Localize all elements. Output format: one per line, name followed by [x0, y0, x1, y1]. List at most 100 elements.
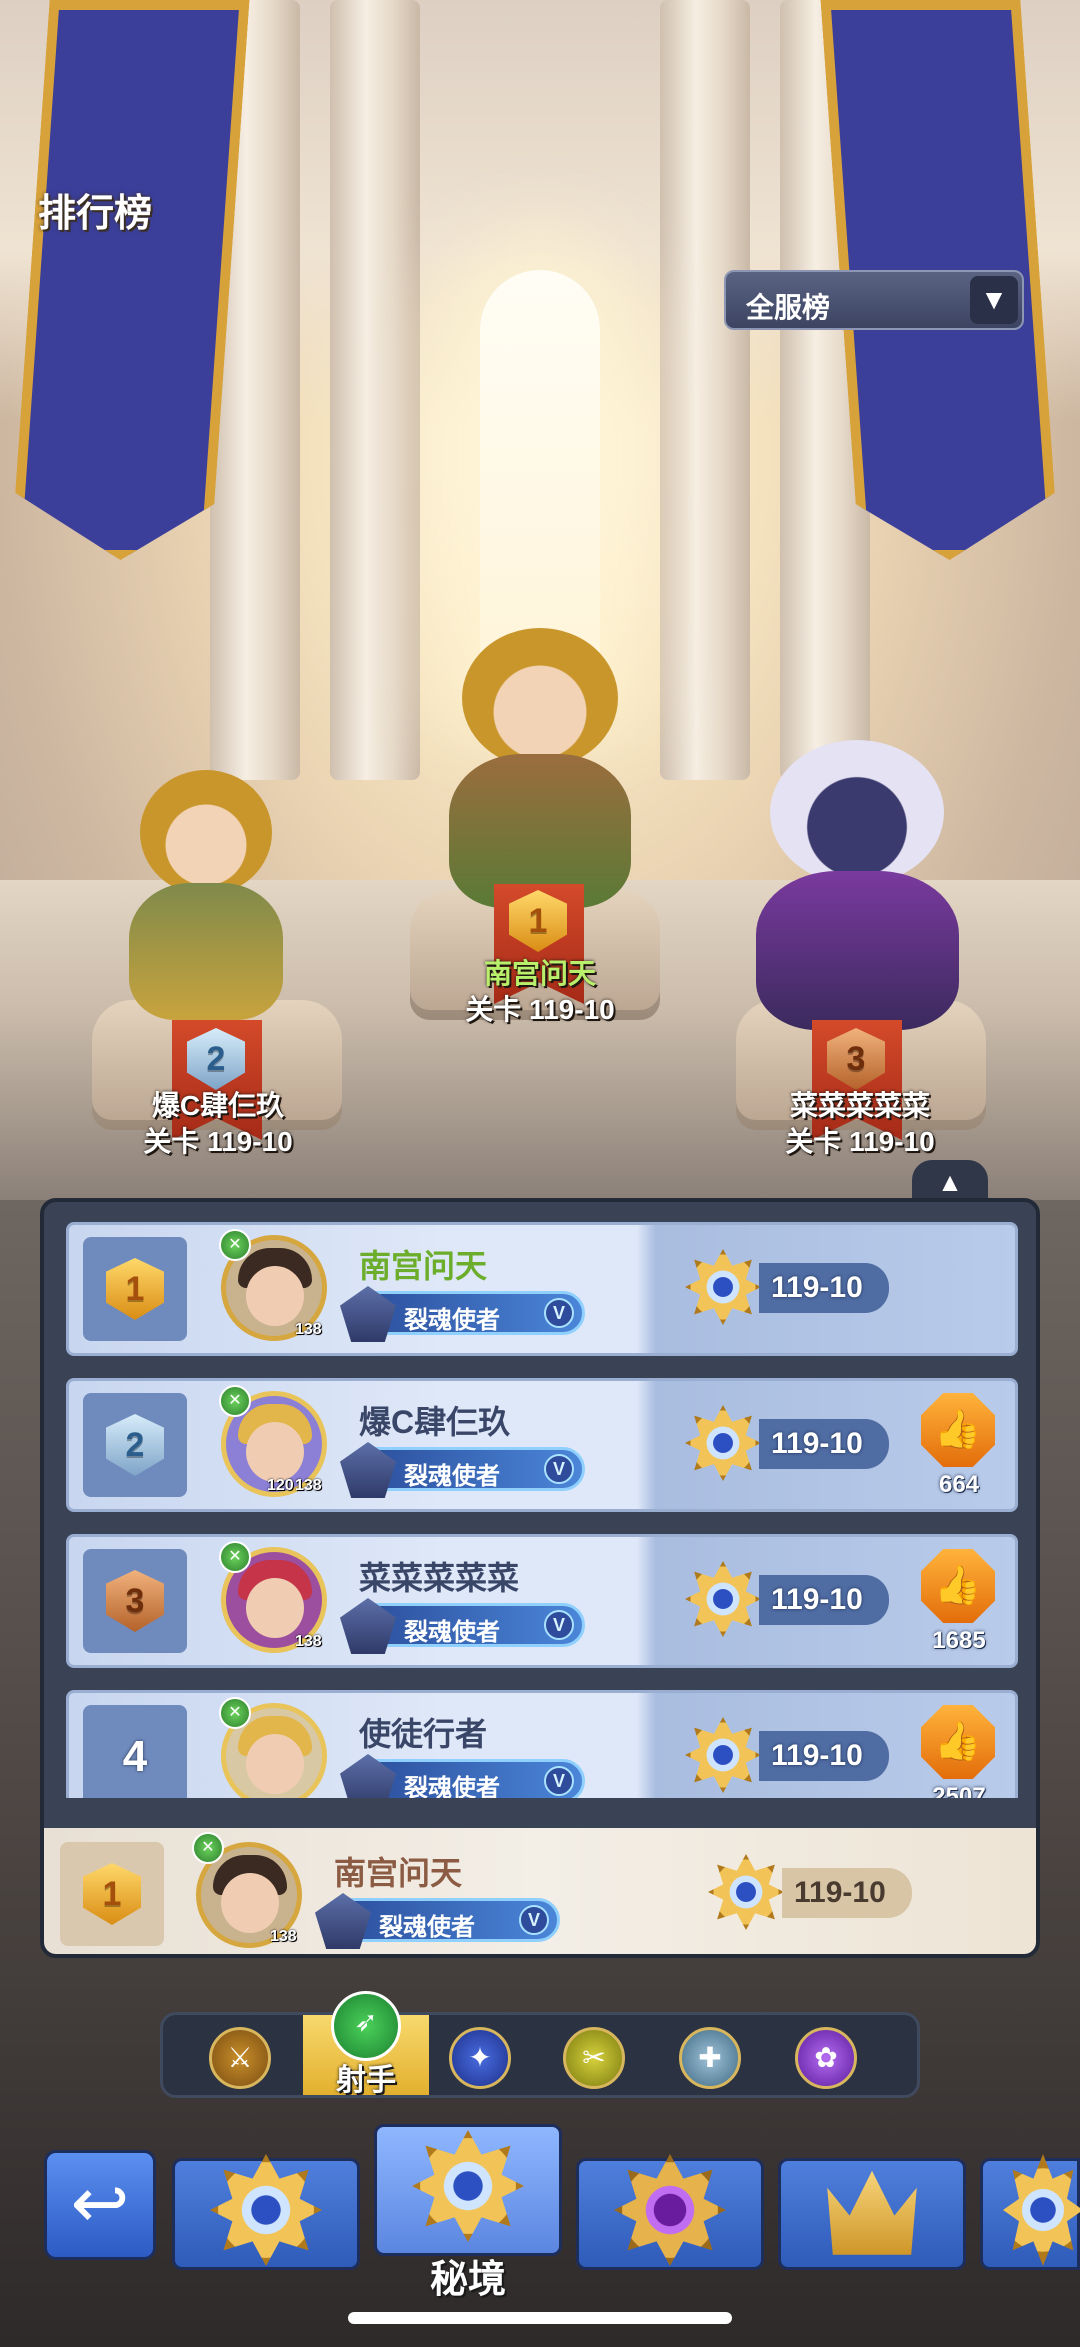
rank-cell: 2	[83, 1393, 187, 1497]
title-badge: 裂魂使者 V	[340, 1754, 585, 1798]
like-count: 2507	[932, 1783, 986, 1798]
mage-icon[interactable]: ✦	[449, 2027, 511, 2089]
thumbs-up-icon[interactable]: 👍	[921, 1393, 995, 1467]
player-level-secondary: 120	[267, 1477, 294, 1494]
class-filter-bar: ⚔ ➶ 射手 ✦ ✂ ✚ ✿	[160, 1991, 920, 2099]
my-rank-row[interactable]: 1 ✕ 138 南宫问天 裂魂使者 V 119-10	[44, 1828, 1036, 1954]
secret-realm-icon	[412, 2130, 524, 2242]
thumbs-up-icon[interactable]: 👍	[921, 1549, 995, 1623]
hero-head	[140, 770, 272, 895]
archer-icon[interactable]: ➶	[331, 1991, 401, 2061]
hero-head	[770, 740, 944, 885]
thumbs-up-icon[interactable]: 👍	[921, 1705, 995, 1779]
title-badge: 裂魂使者 V	[340, 1286, 585, 1342]
podium-stage-3: 关卡 119-10	[785, 1126, 935, 1157]
mode-button-partial[interactable]	[980, 2154, 1080, 2270]
player-name: 使徒行者	[359, 1716, 488, 1752]
server-scope-label: 全服榜	[746, 292, 831, 323]
mode-button-stage[interactable]	[172, 2154, 360, 2270]
podium-hero-2[interactable]	[96, 770, 316, 1020]
avatar-face	[246, 1422, 304, 1482]
rank-1-badge-icon: 1	[106, 1258, 164, 1320]
stage-pill: 119-10	[759, 1419, 889, 1469]
leaderboard-row[interactable]: 4 ✕ 使徒行者 裂魂使者 V 119-10 👍 2507	[66, 1690, 1018, 1798]
summoner-icon[interactable]: ✿	[795, 2027, 857, 2089]
title-rank: V	[544, 1766, 574, 1796]
stage-pill: 119-10	[759, 1731, 889, 1781]
podium-hero-3[interactable]	[712, 740, 1002, 1030]
title-badge: 裂魂使者 V	[340, 1598, 585, 1654]
partial-mode-icon	[1003, 2154, 1080, 2266]
title-rank: V	[544, 1454, 574, 1484]
title-rank: V	[544, 1298, 574, 1328]
like-count: 1685	[932, 1627, 986, 1654]
stage-medal-icon	[685, 1405, 761, 1481]
home-indicator[interactable]	[348, 2312, 732, 2324]
stage-medal-icon	[708, 1854, 784, 1930]
title-badge-text: 裂魂使者	[379, 1914, 475, 1941]
archer-class-icon: ✕	[219, 1229, 251, 1261]
avatar-face	[246, 1266, 304, 1326]
mode-button-crown[interactable]	[778, 2158, 966, 2270]
priest-icon[interactable]: ✚	[679, 2027, 741, 2089]
stage-pill: 119-10	[759, 1575, 889, 1625]
stage-value: 119-10	[771, 1739, 863, 1772]
archer-class-icon: ✕	[192, 1832, 224, 1864]
title-badge-text: 裂魂使者	[404, 1463, 500, 1490]
mode-button-secret-realm[interactable]: 秘境	[374, 2124, 562, 2301]
podium-name-1: 南宫问天	[483, 958, 596, 989]
archer-class-icon: ✕	[219, 1541, 251, 1573]
stage-pill: 119-10	[782, 1868, 912, 1918]
archer-class-icon: ✕	[219, 1697, 251, 1729]
arched-window	[480, 270, 600, 690]
avatar-face	[221, 1873, 279, 1933]
pillar	[330, 0, 420, 780]
leaderboard-row[interactable]: 3 ✕ 138 菜菜菜菜菜 裂魂使者 V 119-10 👍 1685	[66, 1534, 1018, 1668]
stage-value: 119-10	[771, 1583, 863, 1616]
leaderboard-row[interactable]: 1 ✕ 138 南宫问天 裂魂使者 V 119-10	[66, 1222, 1018, 1356]
hanging-banner-left	[10, 0, 249, 560]
warrior-icon[interactable]: ⚔	[209, 2027, 271, 2089]
podium-hero-1[interactable]	[410, 628, 670, 908]
like-count: 664	[938, 1471, 980, 1498]
hero-body	[755, 870, 959, 1030]
podium-name-3: 菜菜菜菜菜	[789, 1090, 930, 1121]
tab-archer-label[interactable]: 射手	[303, 2055, 429, 2099]
rank-cell: 1	[60, 1842, 164, 1946]
stage-pill: 119-10	[759, 1263, 889, 1313]
stage-value: 119-10	[771, 1271, 863, 1304]
title-badge: 裂魂使者 V	[315, 1893, 560, 1949]
back-arrow-icon[interactable]: ↩	[44, 2150, 156, 2260]
purple-eye-icon	[614, 2154, 726, 2266]
rank-cell: 4	[83, 1705, 187, 1798]
hero-body	[129, 882, 283, 1020]
podium-stage-2: 关卡 119-10	[143, 1126, 293, 1157]
podium-stage-1: 关卡 119-10	[465, 994, 615, 1025]
pillar	[660, 0, 750, 780]
rank-2-badge-icon: 2	[106, 1414, 164, 1476]
player-name: 南宫问天	[359, 1248, 488, 1284]
hero-head	[462, 628, 618, 768]
avatar-face	[246, 1578, 304, 1638]
soul-emblem-icon	[340, 1754, 396, 1798]
title-badge: 裂魂使者 V	[340, 1442, 585, 1498]
collapse-panel-button[interactable]: ▲	[912, 1160, 988, 1202]
server-scope-dropdown[interactable]: 全服榜 ▼	[724, 270, 1024, 330]
soul-emblem-icon	[340, 1598, 396, 1654]
mode-button-eye[interactable]	[576, 2154, 764, 2270]
leaderboard-row[interactable]: 2 ✕ 120 138 爆C肆仨玖 裂魂使者 V 119-10 👍 664	[66, 1378, 1018, 1512]
player-name: 南宫问天	[334, 1855, 463, 1891]
leaderboard-panel: 1 ✕ 138 南宫问天 裂魂使者 V 119-10 2 ✕ 120 138 爆…	[40, 1198, 1040, 1958]
rank-1-badge-icon: 1	[83, 1863, 141, 1925]
soul-emblem-icon	[315, 1893, 371, 1949]
crown-icon	[827, 2170, 917, 2255]
player-name: 菜菜菜菜菜	[359, 1560, 520, 1596]
leaderboard-list[interactable]: 1 ✕ 138 南宫问天 裂魂使者 V 119-10 2 ✕ 120 138 爆…	[60, 1222, 1020, 1798]
page-title: 排行榜	[38, 193, 153, 235]
triangle-up-icon: ▲	[937, 1167, 963, 1197]
stage-medal-icon	[210, 2154, 322, 2266]
player-level: 138	[270, 1928, 297, 1945]
assassin-icon[interactable]: ✂	[563, 2027, 625, 2089]
archer-class-icon: ✕	[219, 1385, 251, 1417]
soul-emblem-icon	[340, 1286, 396, 1342]
